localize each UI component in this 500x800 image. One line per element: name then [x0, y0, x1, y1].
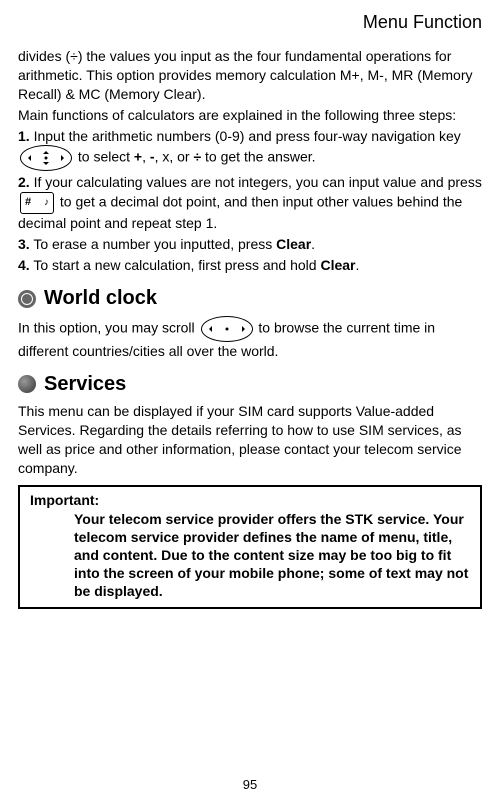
step-1-sep1: , [142, 149, 150, 165]
step-4-number: 4. [18, 257, 30, 273]
services-heading: Services [18, 373, 482, 396]
clock-icon [18, 290, 36, 308]
step-4-clear: Clear [320, 257, 355, 273]
op-plus: + [134, 149, 142, 165]
step-1-text-f: to get the answer. [201, 149, 315, 165]
navigation-key-icon [20, 145, 72, 171]
page-number: 95 [243, 777, 257, 792]
world-clock-heading: World clock [18, 287, 482, 310]
services-title: Services [44, 373, 126, 396]
world-clock-title: World clock [44, 287, 157, 310]
page-header: Menu Function [18, 12, 482, 33]
wc-text-a: In this option, you may scroll [18, 320, 199, 336]
scroll-key-icon [201, 316, 253, 342]
intro-paragraph-2: Main functions of calculators are explai… [18, 106, 482, 125]
world-clock-paragraph: In this option, you may scroll to browse… [18, 316, 482, 361]
step-2-number: 2. [18, 174, 30, 190]
op-div: ÷ [193, 149, 201, 165]
step-3-clear: Clear [276, 236, 311, 252]
step-3-text-b: . [311, 236, 315, 252]
step-2: 2. If your calculating values are not in… [18, 173, 482, 233]
step-1-text-c: to select [74, 149, 134, 165]
header-title: Menu Function [363, 12, 482, 32]
step-3-text-a: To erase a number you inputted, press [30, 236, 276, 252]
step-2-text-b: to get a decimal dot point, and then inp… [18, 194, 462, 231]
step-1-text-a: Input the arithmetic numbers (0-9) and p… [30, 128, 461, 144]
hash-key-icon: #♪ [20, 192, 54, 214]
step-1-text-e: , x, or [155, 149, 194, 165]
services-section: This menu can be displayed if your SIM c… [18, 402, 482, 609]
step-1-number: 1. [18, 128, 30, 144]
step-3-number: 3. [18, 236, 30, 252]
world-clock-section: In this option, you may scroll to browse… [18, 316, 482, 361]
services-icon [18, 375, 36, 393]
step-2-text-a: If your calculating values are not integ… [30, 174, 482, 190]
notice-body: Your telecom service provider offers the… [30, 510, 470, 601]
intro-paragraph-1: divides (÷) the values you input as the … [18, 47, 482, 104]
step-4: 4. To start a new calculation, first pre… [18, 256, 482, 275]
step-3: 3. To erase a number you inputted, press… [18, 235, 482, 254]
important-notice: Important: Your telecom service provider… [18, 485, 482, 608]
services-paragraph: This menu can be displayed if your SIM c… [18, 402, 482, 478]
step-4-text-b: . [356, 257, 360, 273]
step-4-text-a: To start a new calculation, first press … [30, 257, 321, 273]
intro-section: divides (÷) the values you input as the … [18, 47, 482, 275]
step-1: 1. Input the arithmetic numbers (0-9) an… [18, 127, 482, 172]
notice-label: Important: [30, 492, 99, 508]
